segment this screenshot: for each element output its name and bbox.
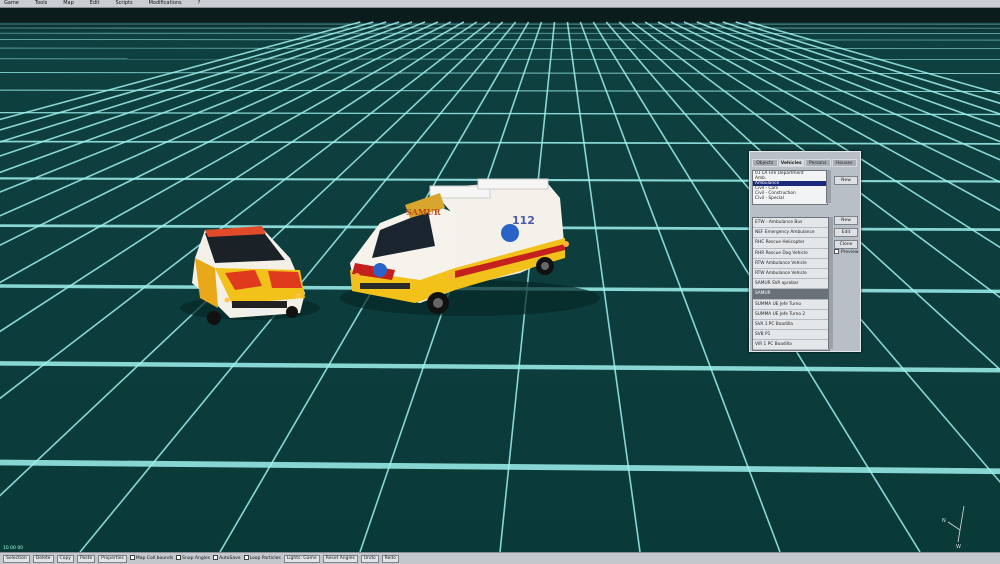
menu-tools[interactable]: Tools <box>35 0 47 7</box>
selection-button[interactable]: Selection <box>3 555 30 563</box>
vehicle-list[interactable]: ETW - Ambulance Bus NEF Emergency Ambula… <box>752 217 830 351</box>
paste-button[interactable]: Paste <box>77 555 95 563</box>
vehicle-item[interactable]: SVB P1 <box>753 330 829 340</box>
tab-houses[interactable]: Houses <box>832 159 858 167</box>
delete-button[interactable]: Delete <box>33 555 54 563</box>
new-vehicle-button[interactable]: New <box>834 216 858 225</box>
vehicle-item[interactable]: RHR Rescue Dog Vehicle <box>753 249 829 259</box>
van-samur-text: SAMUR <box>406 207 441 217</box>
tab-objects[interactable]: Objects <box>752 159 778 167</box>
vehicle-item[interactable]: SVA 1 PC Boadilla <box>753 320 829 330</box>
redo-button[interactable]: Redo <box>382 555 399 563</box>
vehicle-item[interactable]: SUMMA UE Jefe Turno <box>753 300 829 310</box>
autosave-checkbox[interactable]: AutoSave <box>213 555 241 562</box>
copy-button[interactable]: Copy <box>57 555 74 563</box>
preview-label: Preview <box>841 250 859 255</box>
menu-scripts[interactable]: Scripts <box>115 0 132 7</box>
loop-particles-label: Loop Particles <box>250 556 281 561</box>
undo-button[interactable]: Undo <box>361 555 379 563</box>
category-scrollbar[interactable] <box>826 170 831 203</box>
map-bounds-checkbox[interactable]: Map Coll bounds <box>130 555 173 562</box>
vehicle-item[interactable]: NEF Emergency Ambulance <box>753 228 829 238</box>
vehicle-item[interactable]: SUMMA UE Jefe Turno 2 <box>753 310 829 320</box>
category-list[interactable]: 01 LA Fire Department Amb. Ambulance Civ… <box>752 170 828 205</box>
snap-angles-checkbox[interactable]: Snap Angles <box>176 555 210 562</box>
checkbox-box[interactable] <box>244 555 249 560</box>
menu-bar: Game Tools Map Edit Scripts Modification… <box>0 0 1000 8</box>
compass-n-label: N <box>942 518 946 524</box>
autosave-label: AutoSave <box>219 556 241 561</box>
bottom-toolbar: Selection Delete Copy Paste Properties M… <box>0 552 1000 564</box>
menu-map[interactable]: Map <box>63 0 74 7</box>
lights-button[interactable]: Lights: Game <box>284 555 320 563</box>
vehicle-item[interactable]: SAMUR SVA aprobar <box>753 279 829 289</box>
coordinate-readout: 10 00 00 <box>3 546 23 551</box>
vehicle-item[interactable]: RTW Ambulance Vehicle <box>753 259 829 269</box>
vehicle-scrollbar[interactable] <box>828 217 833 349</box>
edit-vehicle-button[interactable]: Edit <box>834 228 858 237</box>
preview-checkbox[interactable]: Preview <box>834 249 859 256</box>
tab-vehicles[interactable]: Vehicles <box>779 159 805 167</box>
vehicle-item[interactable]: RHC Rescue Helicopter <box>753 238 829 248</box>
checkbox-box[interactable] <box>176 555 181 560</box>
vehicles-panel: Objects Vehicles Persons Houses 01 LA Fi… <box>749 151 861 352</box>
properties-button[interactable]: Properties <box>98 555 127 563</box>
vehicle-item-selected[interactable]: SAMUR <box>753 289 829 299</box>
checkbox-box[interactable] <box>213 555 218 560</box>
vehicle-item[interactable]: ETW - Ambulance Bus <box>753 218 829 228</box>
menu-game[interactable]: Game <box>4 0 19 7</box>
reset-angles-button[interactable]: Reset Angles <box>323 555 358 563</box>
checkbox-box[interactable] <box>130 555 135 560</box>
new-category-button[interactable]: New <box>834 176 858 185</box>
menu-modifications[interactable]: Modifications <box>149 0 182 7</box>
menu-help[interactable]: ? <box>198 0 201 7</box>
clone-vehicle-button[interactable]: Clone <box>834 240 858 249</box>
checkbox-box[interactable] <box>834 249 839 254</box>
menu-edit[interactable]: Edit <box>90 0 100 7</box>
vehicle-item[interactable]: RTW Ambulance Vehicle <box>753 269 829 279</box>
compass-w-label: W <box>956 544 961 550</box>
loop-particles-checkbox[interactable]: Loop Particles <box>244 555 281 562</box>
snap-angles-label: Snap Angles <box>182 556 210 561</box>
vehicle-item[interactable]: VIR 1 PC Boadilla <box>753 340 829 350</box>
map-bounds-label: Map Coll bounds <box>136 556 173 561</box>
tab-persons[interactable]: Persons <box>805 159 831 167</box>
category-item[interactable]: Civil - Special <box>753 196 827 201</box>
compass-gizmo: N W <box>940 500 980 554</box>
van-number: 112 <box>512 214 535 227</box>
panel-tabs: Objects Vehicles Persons Houses <box>752 159 858 167</box>
